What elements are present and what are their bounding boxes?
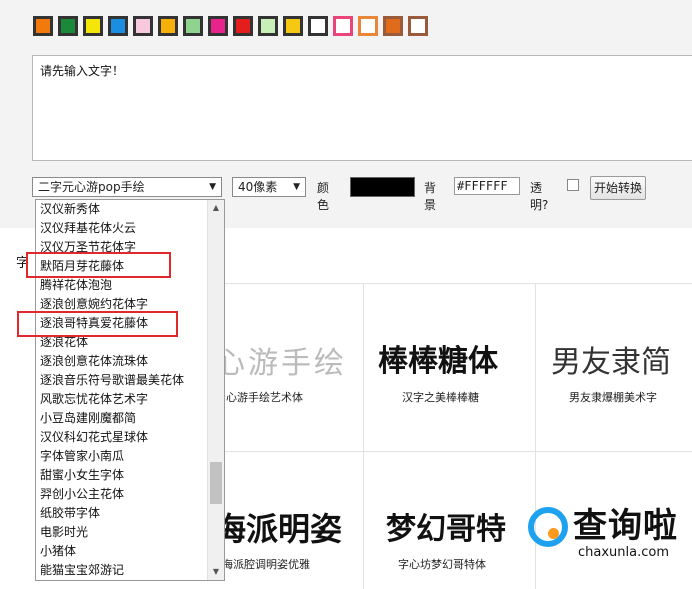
text-color-picker[interactable] <box>350 177 415 197</box>
font-caption: 汉字之美棒棒糖 <box>402 391 479 404</box>
color-swatch-light-green[interactable] <box>183 16 203 36</box>
dropdown-option[interactable]: 逐浪创意花体流珠体 <box>36 352 224 371</box>
color-swatch-pale-green[interactable] <box>258 16 278 36</box>
dropdown-option[interactable]: 小猪体 <box>36 542 224 561</box>
color-swatch-white-brown-frame[interactable] <box>408 16 428 36</box>
color-swatch-white[interactable] <box>308 16 328 36</box>
highlight-box <box>26 252 171 278</box>
start-convert-button[interactable]: 开始转换 <box>590 176 646 200</box>
grid-divider <box>190 451 692 452</box>
dropdown-option[interactable]: 汉仪科幻花式星球体 <box>36 428 224 447</box>
dropdown-option[interactable]: 甜蜜小女生字体 <box>36 466 224 485</box>
watermark-logo: 查询啦 chaxunla.com <box>518 495 692 565</box>
color-swatch-red[interactable] <box>233 16 253 36</box>
dropdown-option[interactable]: 羿创小公主花体 <box>36 485 224 504</box>
color-swatch-amber[interactable] <box>158 16 178 36</box>
top-panel: 请先输入文字！ 二字元心游pop手绘 ▼ 40像素 ▼ 颜色 背景 #FFFFF… <box>0 0 692 228</box>
font-select-value: 二字元心游pop手绘 <box>38 180 145 194</box>
scroll-thumb[interactable] <box>210 462 222 504</box>
grid-divider <box>363 283 364 589</box>
font-preview: 梦幻哥特 <box>386 512 506 547</box>
dropdown-option[interactable]: 逐浪音乐符号歌谱最美花体 <box>36 371 224 390</box>
font-caption: 海派腔调明姿优雅 <box>222 558 310 571</box>
font-select[interactable]: 二字元心游pop手绘 ▼ <box>32 177 222 197</box>
color-swatch-light-pink[interactable] <box>133 16 153 36</box>
transparent-checkbox[interactable] <box>567 179 579 191</box>
dropdown-option[interactable]: 电影时光 <box>36 523 224 542</box>
font-preview: 海派明姿 <box>214 510 343 548</box>
color-swatch-orange-brown-frame[interactable] <box>383 16 403 36</box>
dropdown-option[interactable]: 腾祥花体泡泡 <box>36 276 224 295</box>
dropdown-option[interactable]: 风歌忘忧花体艺术字 <box>36 390 224 409</box>
watermark-text: 查询啦 <box>573 506 678 546</box>
dropdown-option[interactable]: 汉仪拜基花体火云 <box>36 219 224 238</box>
font-caption: 字心坊梦幻哥特体 <box>398 558 486 571</box>
bg-color-input[interactable]: #FFFFFF <box>454 177 520 195</box>
grid-divider <box>190 283 692 284</box>
dropdown-scrollbar[interactable]: ▲ ▼ <box>207 200 224 580</box>
color-swatch-magenta[interactable] <box>208 16 228 36</box>
transparent-label: 透明? <box>530 181 549 212</box>
color-swatch-white-orange-frame[interactable] <box>358 16 378 36</box>
dropdown-option[interactable]: 字体管家小南瓜 <box>36 447 224 466</box>
dropdown-option[interactable]: 纸胶带字体 <box>36 504 224 523</box>
highlight-box <box>17 311 178 337</box>
watermark-url: chaxunla.com <box>578 545 669 560</box>
color-swatch-white-pink-frame[interactable] <box>333 16 353 36</box>
dropdown-option[interactable]: 汉仪新秀体 <box>36 200 224 219</box>
font-preview: 棒棒糖体 <box>378 344 498 379</box>
color-swatch-blue[interactable] <box>108 16 128 36</box>
color-swatch-yellow[interactable] <box>83 16 103 36</box>
color-label: 颜色 <box>317 181 330 212</box>
font-preview: 心游手绘 <box>215 346 347 381</box>
color-swatch-gold[interactable] <box>283 16 303 36</box>
chevron-down-icon: ▼ <box>209 182 216 192</box>
font-preview: 男友隶简 <box>551 345 671 380</box>
color-swatch-green[interactable] <box>58 16 78 36</box>
scroll-up-icon[interactable]: ▲ <box>208 200 224 216</box>
bg-label: 背景 <box>424 181 437 212</box>
color-swatch-orange[interactable] <box>33 16 53 36</box>
dropdown-option[interactable]: 小豆岛建刚魔都简 <box>36 409 224 428</box>
scroll-down-icon[interactable]: ▼ <box>208 564 224 580</box>
magnifier-icon <box>528 507 568 547</box>
size-select-value: 40像素 <box>238 180 278 194</box>
font-caption: 心游手绘艺术体 <box>226 391 303 404</box>
font-caption: 男友隶爆棚美术字 <box>569 391 657 404</box>
dropdown-option[interactable]: 能猫宝宝郊游记 <box>36 561 224 580</box>
text-input-area[interactable]: 请先输入文字！ <box>32 55 692 161</box>
color-swatch-row <box>33 16 433 38</box>
logo-dot <box>548 528 559 539</box>
chevron-down-icon: ▼ <box>293 182 300 192</box>
size-select[interactable]: 40像素 ▼ <box>232 177 306 197</box>
